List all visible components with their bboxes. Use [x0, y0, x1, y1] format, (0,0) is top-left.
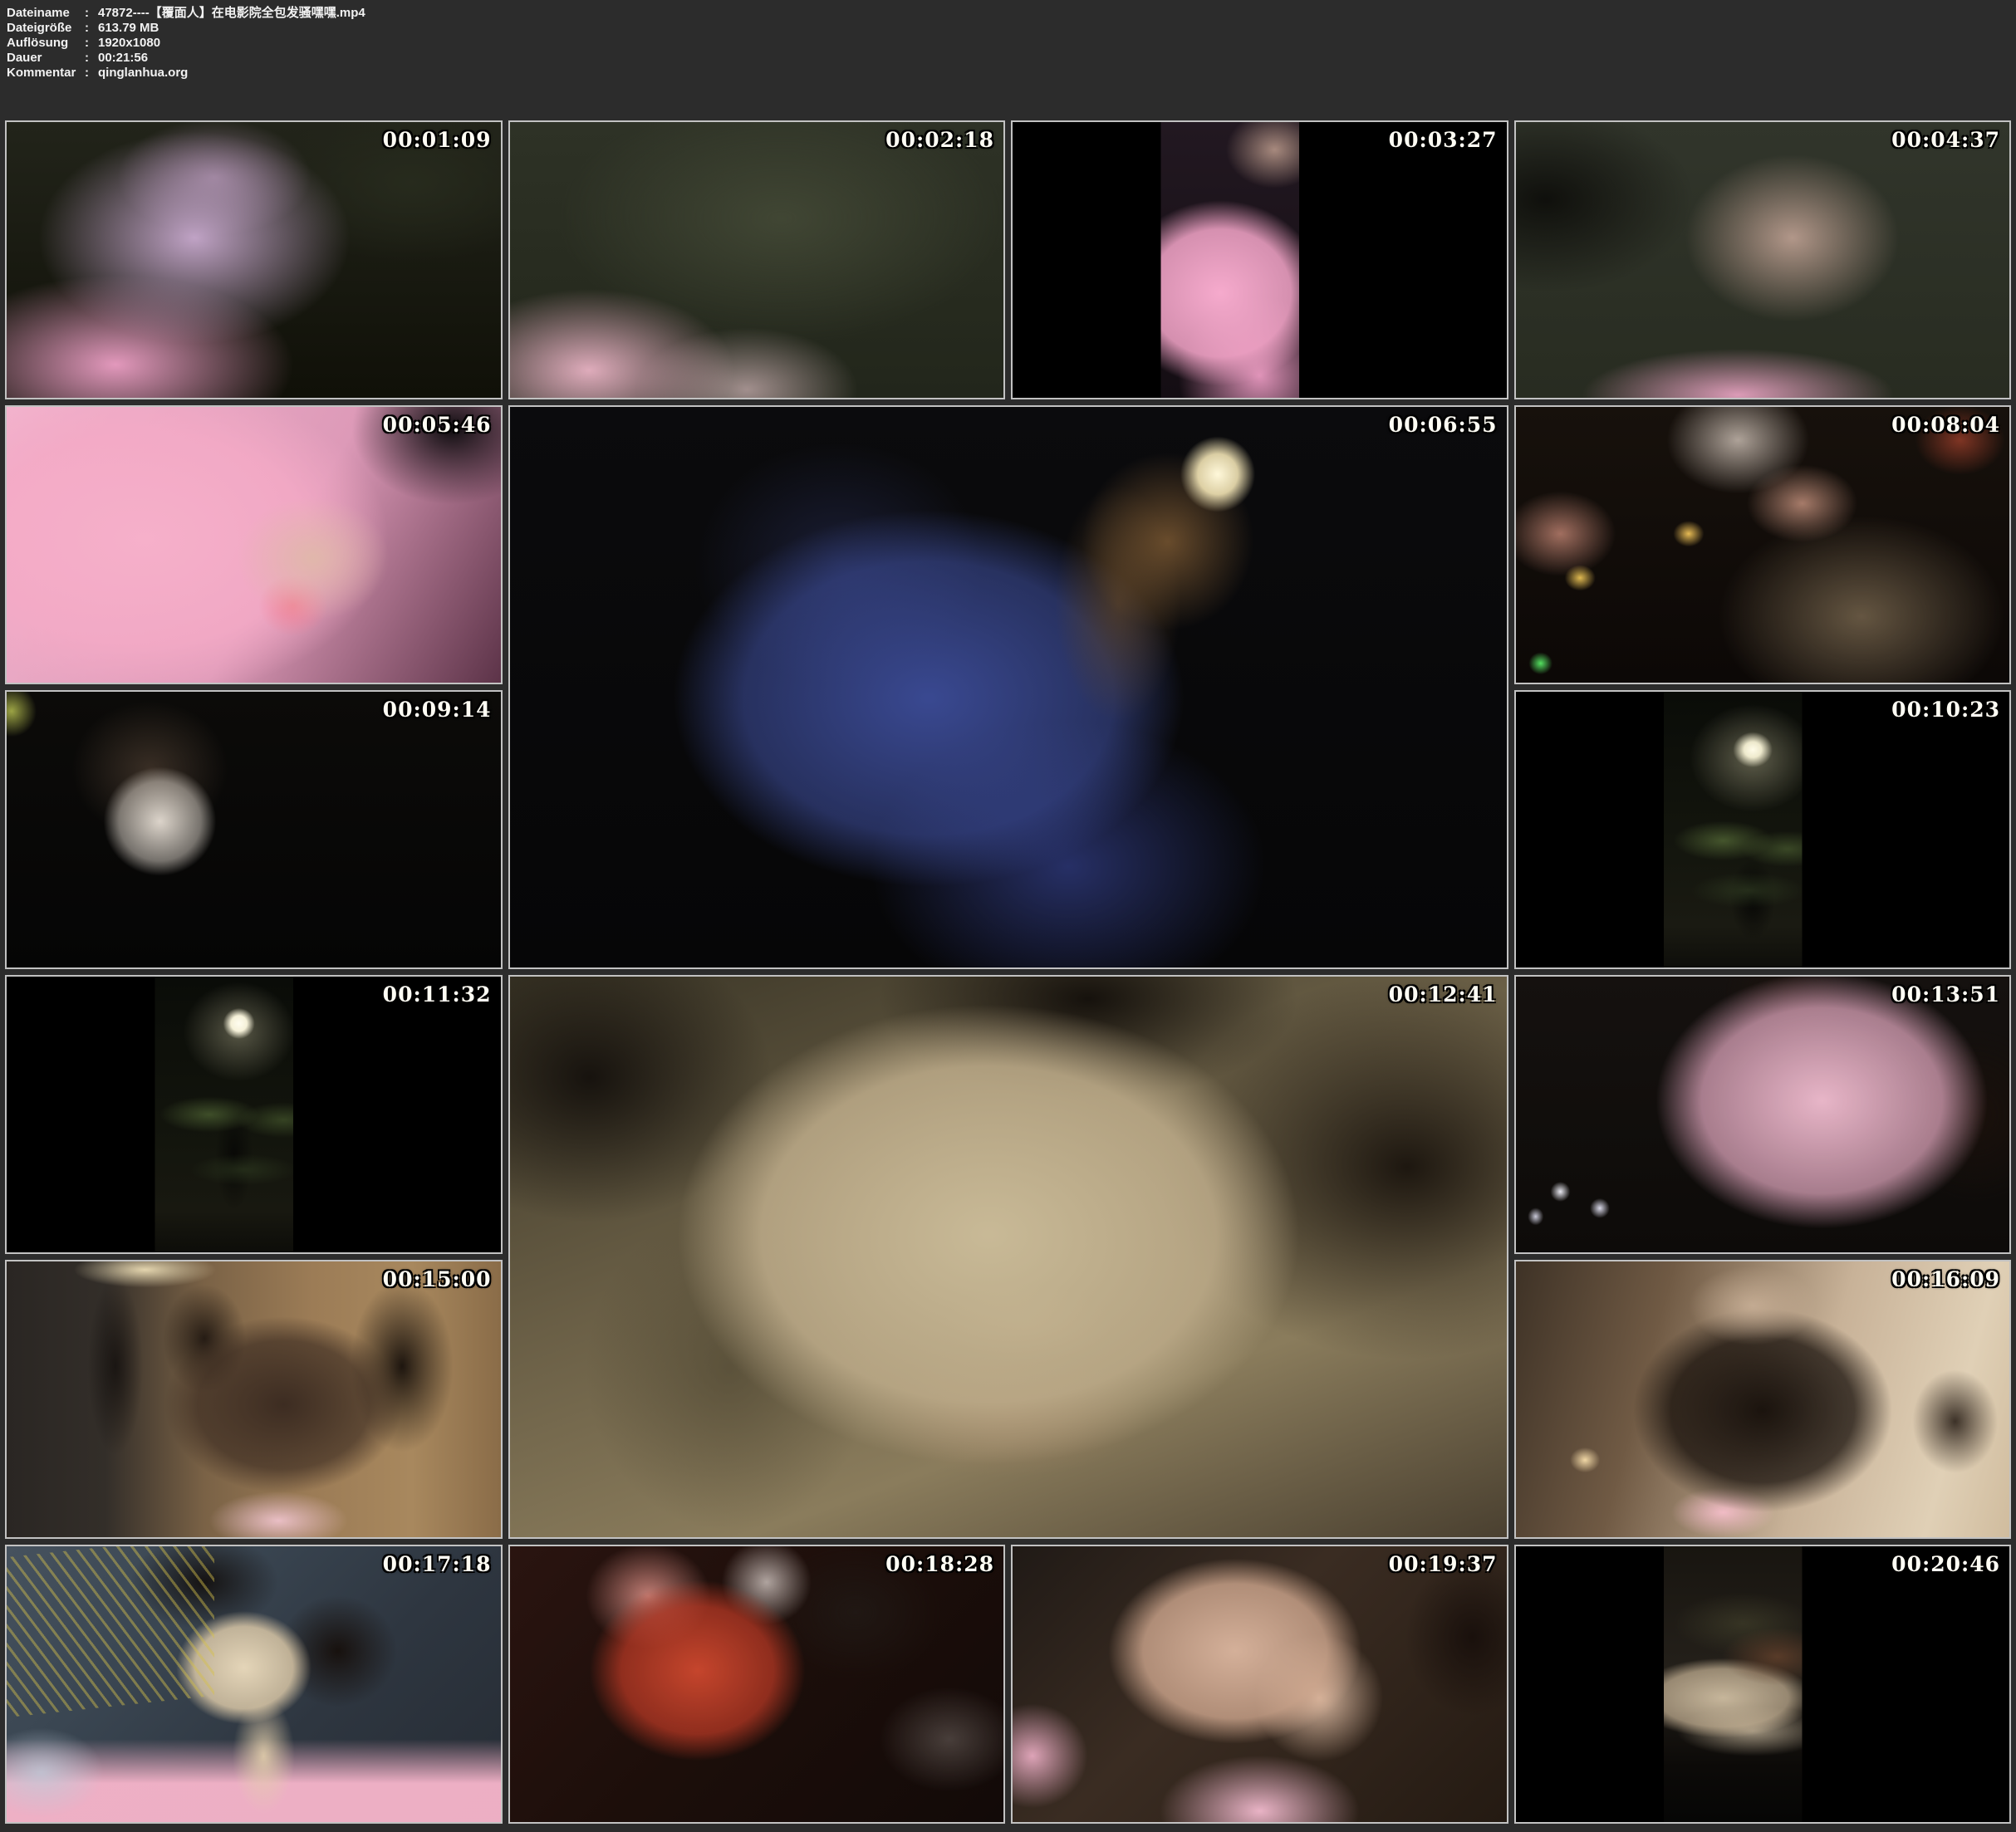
- timestamp-overlay: 00:09:14: [383, 698, 492, 722]
- video-thumbnail: 00:09:14: [5, 690, 503, 969]
- file-name-value: 47872----【覆面人】在电影院全包发骚嘿嘿.mp4: [98, 6, 2016, 21]
- file-info-header: Dateiname : 47872----【覆面人】在电影院全包发骚嘿嘿.mp4…: [0, 0, 2016, 120]
- file-info-row: Dateigröße : 613.79 MB: [7, 21, 2016, 36]
- video-thumbnail: 00:03:27: [1011, 120, 1508, 399]
- file-info-separator: :: [85, 66, 98, 81]
- file-info-label: Dateiname: [7, 6, 85, 21]
- file-size-value: 613.79 MB: [98, 21, 2016, 36]
- timestamp-overlay: 00:13:51: [1891, 982, 2000, 1007]
- timestamp-overlay: 00:04:37: [1891, 128, 2000, 152]
- timestamp-overlay: 00:18:28: [885, 1552, 994, 1576]
- timestamp-overlay: 00:06:55: [1389, 413, 1498, 437]
- file-info-separator: :: [85, 36, 98, 51]
- video-thumbnail: 00:10:23: [1514, 690, 2012, 969]
- file-info-label: Dauer: [7, 51, 85, 66]
- video-thumbnail: 00:19:37: [1011, 1545, 1508, 1824]
- video-thumbnail: 00:02:18: [508, 120, 1006, 399]
- duration-value: 00:21:56: [98, 51, 2016, 66]
- timestamp-overlay: 00:02:18: [885, 128, 994, 152]
- video-thumbnail: 00:20:46: [1514, 1545, 2012, 1824]
- video-thumbnail: 00:01:09: [5, 120, 503, 399]
- file-info-separator: :: [85, 6, 98, 21]
- video-thumbnail: 00:16:09: [1514, 1260, 2012, 1539]
- timestamp-overlay: 00:03:27: [1389, 128, 1498, 152]
- file-info-label: Kommentar: [7, 66, 85, 81]
- file-info-row: Dauer : 00:21:56: [7, 51, 2016, 66]
- video-thumbnail: 00:17:18: [5, 1545, 503, 1824]
- timestamp-overlay: 00:16:09: [1891, 1267, 2000, 1291]
- file-info-separator: :: [85, 51, 98, 66]
- timestamp-overlay: 00:11:32: [383, 982, 492, 1007]
- timestamp-overlay: 00:05:46: [383, 413, 492, 437]
- file-info-label: Dateigröße: [7, 21, 85, 36]
- video-thumbnail: 00:11:32: [5, 975, 503, 1254]
- timestamp-overlay: 00:08:04: [1891, 413, 2000, 437]
- resolution-value: 1920x1080: [98, 36, 2016, 51]
- video-thumbnail-large: 00:06:55: [508, 405, 1508, 969]
- timestamp-overlay: 00:17:18: [383, 1552, 492, 1576]
- thumbnail-grid: 00:01:09 00:02:18 00:03:27 00:04:37 00:0…: [0, 120, 2016, 1830]
- file-info-label: Auflösung: [7, 36, 85, 51]
- timestamp-overlay: 00:20:46: [1891, 1552, 2000, 1576]
- file-info-row: Kommentar : qinglanhua.org: [7, 66, 2016, 81]
- timestamp-overlay: 00:01:09: [383, 128, 492, 152]
- video-thumbnail: 00:05:46: [5, 405, 503, 684]
- video-thumbnail-large: 00:12:41: [508, 975, 1508, 1539]
- video-thumbnail: 00:13:51: [1514, 975, 2012, 1254]
- timestamp-overlay: 00:15:00: [383, 1267, 492, 1291]
- video-thumbnail: 00:04:37: [1514, 120, 2012, 399]
- video-thumbnail: 00:18:28: [508, 1545, 1006, 1824]
- video-thumbnail: 00:15:00: [5, 1260, 503, 1539]
- file-info-row: Auflösung : 1920x1080: [7, 36, 2016, 51]
- timestamp-overlay: 00:19:37: [1389, 1552, 1498, 1576]
- file-info-separator: :: [85, 21, 98, 36]
- file-info-row: Dateiname : 47872----【覆面人】在电影院全包发骚嘿嘿.mp4: [7, 6, 2016, 21]
- timestamp-overlay: 00:10:23: [1891, 698, 2000, 722]
- comment-value: qinglanhua.org: [98, 66, 2016, 81]
- video-thumbnail: 00:08:04: [1514, 405, 2012, 684]
- timestamp-overlay: 00:12:41: [1389, 982, 1498, 1007]
